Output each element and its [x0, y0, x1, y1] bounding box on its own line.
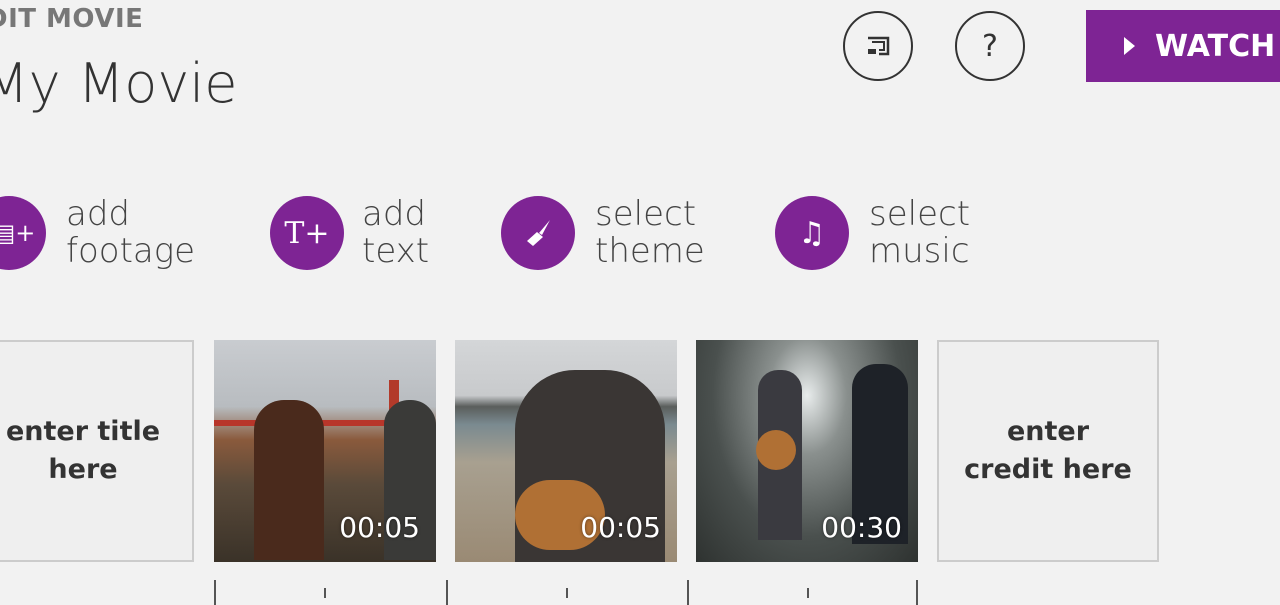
- ruler-tick: [916, 580, 918, 605]
- select-theme-button[interactable]: select theme: [501, 196, 705, 270]
- clip-duration: 00:05: [580, 511, 661, 544]
- clip-duration: 00:05: [339, 511, 420, 544]
- cast-button[interactable]: [843, 11, 913, 81]
- credit-card[interactable]: enter credit here: [937, 340, 1159, 562]
- help-button[interactable]: ?: [955, 11, 1025, 81]
- guitar: [756, 430, 796, 470]
- watch-button[interactable]: WATCH: [1086, 10, 1280, 82]
- add-footage-icon: ▤+: [0, 196, 46, 270]
- watch-label: WATCH: [1155, 28, 1276, 64]
- page-title[interactable]: My Movie: [0, 52, 238, 115]
- add-text-button[interactable]: T+ add text: [270, 196, 429, 270]
- action-label: select: [869, 194, 971, 234]
- action-label: text: [362, 231, 430, 271]
- ruler-tick: [566, 588, 568, 598]
- select-music-button[interactable]: ♫ select music: [775, 196, 970, 270]
- action-label: add: [66, 194, 130, 234]
- ruler-tick: [687, 580, 689, 605]
- paintbrush-icon: [501, 196, 575, 270]
- action-label: add: [362, 194, 426, 234]
- ruler-tick: [446, 580, 448, 605]
- ruler-tick: [214, 580, 216, 605]
- video-clip[interactable]: 00:05: [214, 340, 436, 562]
- credit-card-text: enter credit here: [964, 416, 1132, 485]
- action-label: select: [595, 194, 697, 234]
- music-note-icon: ♫: [775, 196, 849, 270]
- page-subtitle: DIT MOVIE: [0, 4, 144, 34]
- person: [254, 400, 324, 560]
- cast-icon: [868, 36, 890, 56]
- clip-duration: 00:30: [821, 511, 902, 544]
- add-footage-button[interactable]: ▤+ add footage: [0, 196, 195, 270]
- play-icon: [1124, 37, 1135, 55]
- action-label: theme: [595, 231, 705, 271]
- title-card[interactable]: enter title here: [0, 340, 194, 562]
- action-label: footage: [66, 231, 196, 271]
- ruler-tick: [807, 588, 809, 598]
- video-clip[interactable]: 00:30: [696, 340, 918, 562]
- title-card-text: enter title here: [5, 416, 161, 485]
- help-icon: ?: [982, 28, 998, 64]
- ruler-tick: [324, 588, 326, 598]
- video-clip[interactable]: 00:05: [455, 340, 677, 562]
- action-label: music: [869, 231, 970, 271]
- add-text-icon: T+: [270, 196, 344, 270]
